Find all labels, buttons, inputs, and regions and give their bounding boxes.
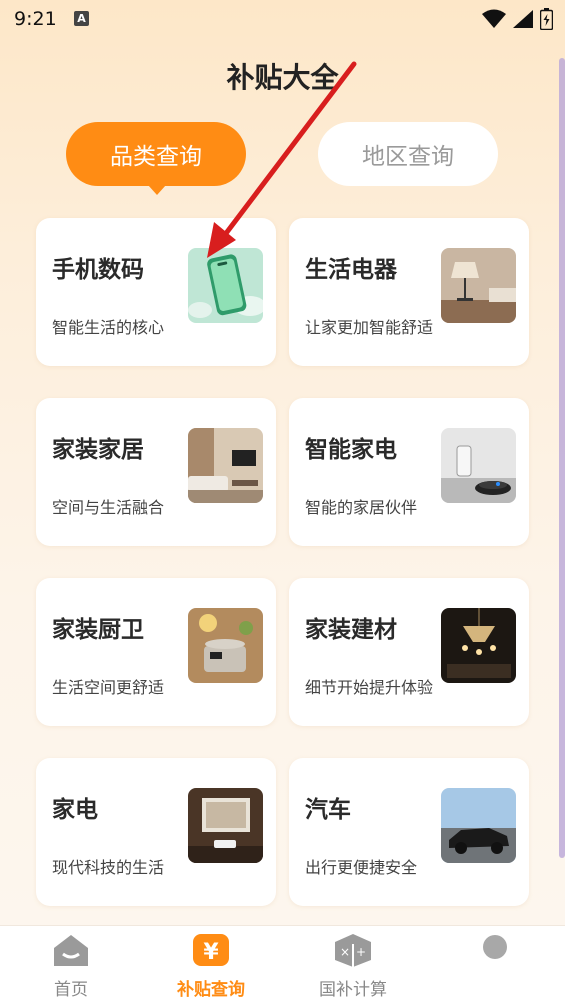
- category-card-appliances[interactable]: 生活电器 让家更加智能舒适: [289, 218, 529, 366]
- card-subtitle: 智能的家居伙伴: [305, 498, 418, 517]
- profile-icon: [483, 935, 507, 959]
- tab-category-query[interactable]: 品类查询: [66, 122, 246, 195]
- card-title: 汽车: [305, 797, 351, 823]
- tab-region-query[interactable]: 地区查询: [318, 122, 498, 186]
- car-image: [441, 788, 516, 863]
- chandelier-image: [441, 608, 516, 683]
- notification-icon: A: [74, 11, 89, 26]
- nav-profile[interactable]: [450, 932, 540, 975]
- nav-label: 首页: [54, 980, 88, 1000]
- card-subtitle: 细节开始提升体验: [305, 678, 434, 697]
- card-title: 家装家居: [52, 437, 144, 463]
- card-subtitle: 现代科技的生活: [52, 858, 165, 877]
- living-room-image: [188, 428, 263, 503]
- tab-label: 地区查询: [362, 144, 454, 170]
- home-icon: [54, 935, 88, 966]
- card-subtitle: 出行更便捷安全: [305, 858, 418, 877]
- nav-label: 国补计算: [319, 980, 387, 1000]
- svg-text:¥: ¥: [203, 940, 219, 965]
- robot-vacuum-image: [441, 428, 516, 503]
- category-card-kitchen-bath[interactable]: 家装厨卫 生活空间更舒适: [36, 578, 276, 726]
- category-card-building-materials[interactable]: 家装建材 细节开始提升体验: [289, 578, 529, 726]
- card-subtitle: 生活空间更舒适: [52, 678, 165, 697]
- bottom-navigation: 首页 ¥ 补贴查询 + × 国补计算: [0, 925, 565, 1004]
- category-card-automobile[interactable]: 汽车 出行更便捷安全: [289, 758, 529, 906]
- nav-subsidy-calculator[interactable]: + × 国补计算: [308, 932, 398, 1000]
- lamp-image: [441, 248, 516, 323]
- category-card-smart-appliances[interactable]: 智能家电 智能的家居伙伴: [289, 398, 529, 546]
- card-title: 家装厨卫: [52, 617, 144, 643]
- card-title: 家电: [52, 797, 98, 823]
- svg-text:×: ×: [340, 945, 350, 959]
- category-card-phones[interactable]: 手机数码 智能生活的核心: [36, 218, 276, 366]
- yuan-icon: ¥: [193, 934, 229, 966]
- smartphone-image: [188, 248, 263, 323]
- svg-text:+: +: [356, 945, 366, 959]
- signal-icon: [513, 10, 533, 28]
- card-title: 智能家电: [305, 437, 397, 463]
- calculator-icon: +×: [335, 934, 371, 967]
- status-icons: [482, 8, 553, 30]
- nav-home[interactable]: 首页: [26, 932, 116, 1000]
- card-title: 生活电器: [305, 257, 397, 283]
- card-title: 手机数码: [52, 257, 144, 283]
- projector-image: [188, 788, 263, 863]
- card-subtitle: 让家更加智能舒适: [305, 318, 434, 337]
- category-card-home-furnishing[interactable]: 家装家居 空间与生活融合: [36, 398, 276, 546]
- nav-subsidy-query[interactable]: ¥ 补贴查询: [166, 932, 256, 1000]
- tab-label: 品类查询: [110, 144, 202, 170]
- page-title: 补贴大全: [226, 61, 339, 94]
- nav-label: 补贴查询: [177, 980, 245, 1000]
- category-card-home-electronics[interactable]: 家电 现代科技的生活: [36, 758, 276, 906]
- status-time: 9:21: [14, 8, 57, 30]
- card-title: 家装建材: [305, 617, 397, 643]
- scroll-indicator[interactable]: [559, 58, 565, 858]
- wifi-icon: [482, 9, 506, 28]
- battery-icon: [540, 8, 553, 30]
- card-subtitle: 智能生活的核心: [52, 318, 165, 337]
- kitchen-image: [188, 608, 263, 683]
- card-subtitle: 空间与生活融合: [52, 498, 165, 517]
- status-bar: 9:21 A: [0, 0, 565, 40]
